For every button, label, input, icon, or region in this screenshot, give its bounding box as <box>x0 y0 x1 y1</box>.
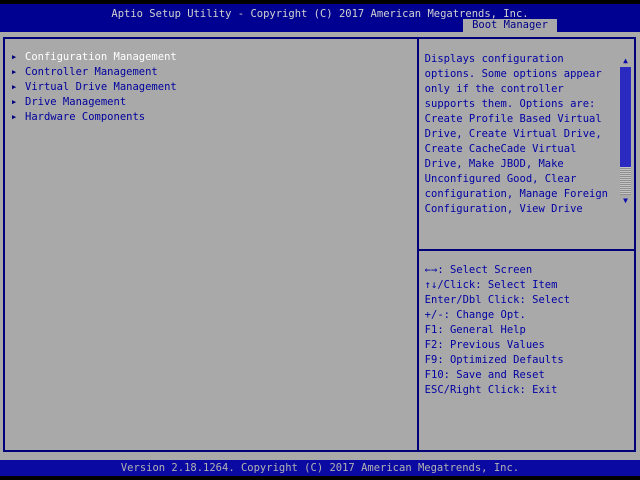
scroll-down-icon[interactable]: ▼ <box>620 195 631 207</box>
help-scrollbar[interactable]: ▲ ▼ <box>620 55 631 207</box>
help-text-line: Drive, Make JBOD, Make <box>425 157 608 172</box>
menu-panel: ▶ Configuration Management ▶ Controller … <box>5 39 419 450</box>
main-area: ▶ Configuration Management ▶ Controller … <box>3 37 636 452</box>
help-text-line: Unconfigured Good, Clear <box>425 172 608 187</box>
key-legend-line: ←→: Select Screen <box>425 263 634 278</box>
menu-item-controller-management[interactable]: ▶ Controller Management <box>12 65 417 80</box>
menu-item-hardware-components[interactable]: ▶ Hardware Components <box>12 110 417 125</box>
submenu-arrow-icon: ▶ <box>12 95 25 110</box>
item-help-section: Displays configuration options. Some opt… <box>419 39 634 251</box>
tab-boot-manager[interactable]: Boot Manager <box>463 19 557 32</box>
menu-item-configuration-management[interactable]: ▶ Configuration Management <box>12 50 417 65</box>
version-bar: Version 2.18.1264. Copyright (C) 2017 Am… <box>0 460 640 476</box>
submenu-arrow-icon: ▶ <box>12 110 25 125</box>
help-text-line: Displays configuration <box>425 52 608 67</box>
tab-label: Boot Manager <box>472 19 548 31</box>
help-text-line: Drive, Create Virtual Drive, <box>425 127 608 142</box>
key-legend-section: ←→: Select Screen ↑↓/Click: Select Item … <box>419 251 634 450</box>
title-bar: Aptio Setup Utility - Copyright (C) 2017… <box>0 4 640 32</box>
help-text-line: configuration, Manage Foreign <box>425 187 608 202</box>
key-legend-line: ↑↓/Click: Select Item <box>425 278 634 293</box>
submenu-arrow-icon: ▶ <box>12 50 25 65</box>
menu-item-drive-management[interactable]: ▶ Drive Management <box>12 95 417 110</box>
help-panel: Displays configuration options. Some opt… <box>419 39 634 450</box>
scrollbar-thumb[interactable] <box>620 67 631 167</box>
scroll-up-icon[interactable]: ▲ <box>620 55 631 67</box>
help-text-line: Create CacheCade Virtual <box>425 142 608 157</box>
key-legend-line: F9: Optimized Defaults <box>425 353 634 368</box>
submenu-arrow-icon: ▶ <box>12 65 25 80</box>
menu-item-label: Drive Management <box>25 95 126 110</box>
help-text-line: options. Some options appear <box>425 67 608 82</box>
menu-item-virtual-drive-management[interactable]: ▶ Virtual Drive Management <box>12 80 417 95</box>
key-legend-line: Enter/Dbl Click: Select <box>425 293 634 308</box>
help-text-line: only if the controller <box>425 82 608 97</box>
menu-item-label: Virtual Drive Management <box>25 80 177 95</box>
menu-item-label: Configuration Management <box>25 50 177 65</box>
key-legend-line: ESC/Right Click: Exit <box>425 383 634 398</box>
help-text-line: supports them. Options are: <box>425 97 608 112</box>
key-legend-line: +/-: Change Opt. <box>425 308 634 323</box>
help-text-line: Configuration, View Drive <box>425 202 608 217</box>
menu-item-label: Hardware Components <box>25 110 145 125</box>
menu-item-label: Controller Management <box>25 65 158 80</box>
key-legend-line: F2: Previous Values <box>425 338 634 353</box>
scrollbar-track[interactable] <box>620 67 631 195</box>
help-text-line: Create Profile Based Virtual <box>425 112 608 127</box>
bios-screen: Aptio Setup Utility - Copyright (C) 2017… <box>0 0 640 480</box>
key-legend-line: F1: General Help <box>425 323 634 338</box>
key-legend-line: F10: Save and Reset <box>425 368 634 383</box>
submenu-arrow-icon: ▶ <box>12 80 25 95</box>
version-text: Version 2.18.1264. Copyright (C) 2017 Am… <box>121 462 519 474</box>
